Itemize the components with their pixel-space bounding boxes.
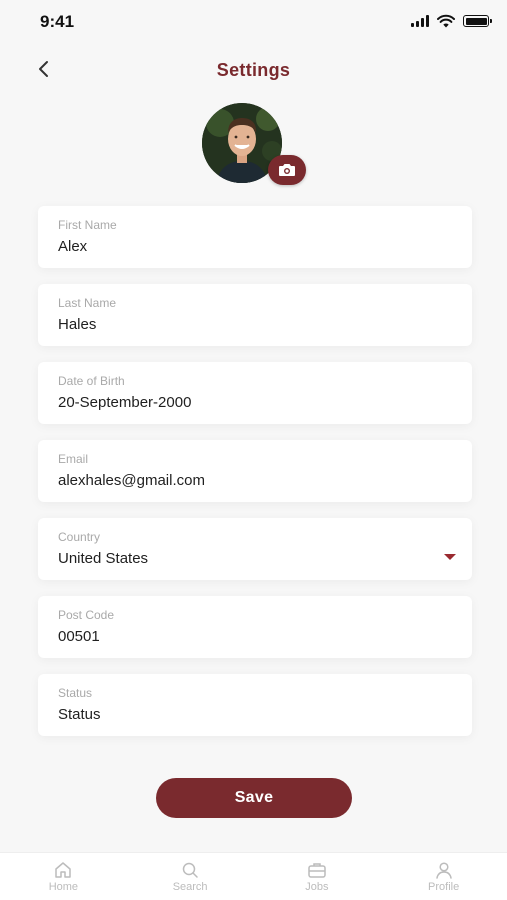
tab-search[interactable]: Search xyxy=(127,853,254,900)
field-label: Post Code xyxy=(58,608,115,622)
tab-home[interactable]: Home xyxy=(0,853,127,900)
status-bar: 9:41 xyxy=(0,0,507,44)
signal-icon xyxy=(411,15,429,27)
tab-profile[interactable]: Profile xyxy=(380,853,507,900)
first-name-input[interactable]: Alex xyxy=(58,238,87,255)
last-name-field[interactable]: Last Name Hales xyxy=(38,284,472,346)
email-input[interactable]: alexhales@gmail.com xyxy=(58,472,205,489)
field-label: Last Name xyxy=(58,296,117,310)
briefcase-icon xyxy=(308,863,326,878)
camera-icon xyxy=(279,164,295,176)
status-time: 9:41 xyxy=(40,12,75,31)
status-icons xyxy=(411,14,492,28)
wifi-icon xyxy=(437,14,455,28)
date-of-birth-input[interactable]: 20-September-2000 xyxy=(58,394,191,411)
header: Settings xyxy=(0,50,507,90)
first-name-field[interactable]: First Name Alex xyxy=(38,206,472,268)
user-icon xyxy=(435,862,452,879)
tab-label: Search xyxy=(172,881,208,893)
status-input[interactable]: Status xyxy=(58,706,101,723)
country-value[interactable]: United States xyxy=(58,550,148,567)
field-label: Status xyxy=(58,686,93,700)
country-select[interactable]: Country United States xyxy=(38,518,472,580)
date-of-birth-field[interactable]: Date of Birth 20-September-2000 xyxy=(38,362,472,424)
field-label: First Name xyxy=(58,218,117,232)
profile-form: First Name Alex Last Name Hales Date of … xyxy=(38,206,472,752)
status-field[interactable]: Status Status xyxy=(38,674,472,736)
post-code-field[interactable]: Post Code 00501 xyxy=(38,596,472,658)
home-icon xyxy=(55,862,72,878)
page-title: Settings xyxy=(216,60,291,80)
tab-jobs[interactable]: Jobs xyxy=(254,853,381,900)
post-code-input[interactable]: 00501 xyxy=(58,628,100,645)
email-field[interactable]: Email alexhales@gmail.com xyxy=(38,440,472,502)
tab-label: Jobs xyxy=(305,881,329,893)
tab-label: Profile xyxy=(428,881,460,893)
caret-down-icon[interactable] xyxy=(444,554,456,560)
tab-label: Home xyxy=(48,881,79,893)
search-icon xyxy=(182,862,198,878)
save-button[interactable]: Save xyxy=(156,778,352,818)
field-label: Date of Birth xyxy=(58,374,125,388)
last-name-input[interactable]: Hales xyxy=(58,316,96,333)
avatar-section xyxy=(202,103,306,185)
field-label: Email xyxy=(58,452,89,466)
field-label: Country xyxy=(58,530,101,544)
battery-icon xyxy=(463,15,492,27)
change-photo-button[interactable] xyxy=(268,155,306,185)
tab-bar: Home Search Jobs Profile xyxy=(0,852,507,900)
